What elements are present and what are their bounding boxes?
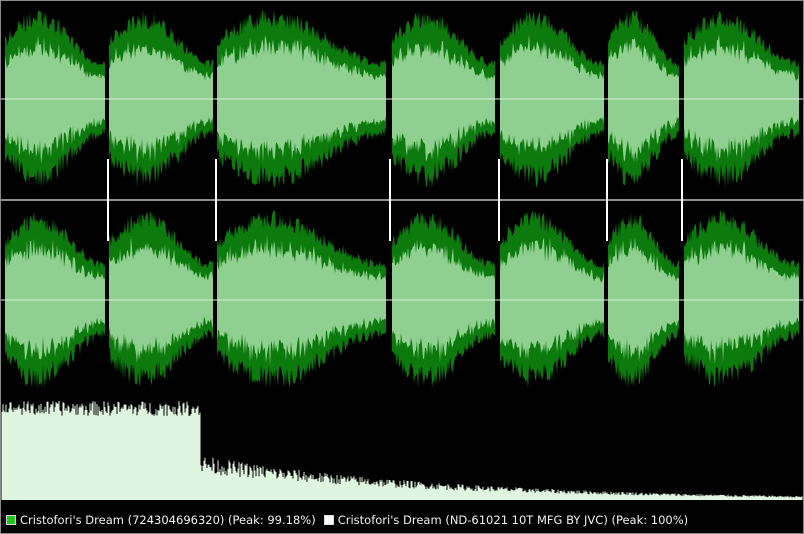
waveform-inner-envelope <box>392 239 495 363</box>
legend-label-track-a: Cristofori's Dream (724304696320) (Peak:… <box>20 513 316 527</box>
legend-swatch-white <box>323 515 334 525</box>
legend: Cristofori's Dream (724304696320) (Peak:… <box>1 509 803 531</box>
waveform-inner-envelope <box>500 237 604 360</box>
legend-label-track-b: Cristofori's Dream (ND-61021 10T MFG BY … <box>337 513 689 527</box>
waveform-comparison-viewer: Cristofori's Dream (724304696320) (Peak:… <box>0 0 804 534</box>
waveform-canvas <box>1 9 803 500</box>
frequency-spectrum <box>1 401 803 500</box>
waveform-inner-envelope <box>608 37 679 163</box>
legend-item-track-b: Cristofori's Dream (ND-61021 10T MFG BY … <box>323 513 689 527</box>
waveform-inner-envelope <box>608 236 679 362</box>
legend-swatch-green <box>6 515 16 525</box>
legend-item-track-a: Cristofori's Dream (724304696320) (Peak:… <box>6 513 316 527</box>
spectrum-bars <box>1 401 803 500</box>
